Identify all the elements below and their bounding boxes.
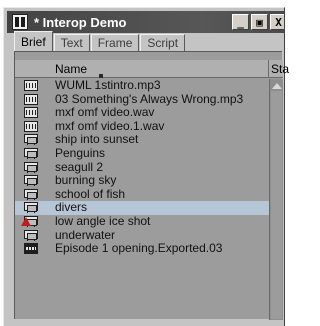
clip-row[interactable]: divers	[15, 201, 269, 215]
video-clip-icon	[24, 229, 38, 241]
clip-name: underwater	[55, 227, 116, 242]
clip-name: divers	[55, 200, 88, 215]
clip-row[interactable]: mxf omf video.1.wav	[15, 118, 269, 134]
view-tabs: Brief Text Frame Script	[14, 31, 186, 51]
clip-row[interactable]: burning sky	[15, 174, 269, 188]
video-clip-icon	[24, 188, 38, 200]
clip-row[interactable]: WUML 1stintro.mp3	[15, 78, 269, 93]
close-button[interactable]: X	[270, 14, 284, 30]
bin-app-icon	[12, 14, 28, 30]
clip-row[interactable]: school of fish	[15, 186, 269, 202]
clip-name: burning sky	[55, 173, 117, 188]
column-header-name[interactable]: Name	[55, 62, 87, 76]
window-title: * Interop Demo	[34, 14, 127, 30]
column-header-status[interactable]: Sta	[271, 62, 289, 76]
clip-row[interactable]: 03 Something's Always Wrong.mp3	[15, 91, 269, 107]
vertical-scrollbar[interactable]	[269, 79, 283, 320]
tab-script[interactable]: Script	[140, 34, 186, 51]
clip-name: ship into sunset	[55, 132, 139, 147]
offline-warning-icon	[21, 216, 31, 226]
minimize-button[interactable]: _	[232, 14, 249, 30]
audio-clip-icon	[24, 120, 38, 132]
column-header-row: Name Sta	[15, 60, 289, 78]
window-controls: _ ▣ X	[232, 14, 284, 30]
clip-name: WUML 1stintro.mp3	[55, 78, 161, 92]
tab-text[interactable]: Text	[53, 34, 90, 51]
title-bar[interactable]: * Interop Demo _ ▣ X	[7, 11, 284, 33]
clip-row[interactable]: ship into sunset	[15, 133, 269, 147]
clip-row[interactable]: low angle ice shot	[15, 213, 269, 229]
clip-name: 03 Something's Always Wrong.mp3	[55, 91, 244, 106]
clip-row[interactable]: mxf omf video.wav	[15, 106, 269, 120]
clip-name: seagull 2	[55, 159, 104, 174]
clip-row[interactable]: underwater	[15, 227, 269, 243]
audio-clip-icon	[24, 80, 38, 91]
maximize-button[interactable]: ▣	[251, 14, 268, 30]
clip-row[interactable]: seagull 2	[15, 159, 269, 175]
scrollbar-thumb[interactable]	[271, 91, 282, 319]
clip-name: mxf omf video.wav	[55, 105, 155, 120]
tab-frame[interactable]: Frame	[90, 34, 140, 51]
clip-name: mxf omf video.1.wav	[55, 118, 165, 133]
video-clip-icon	[24, 202, 38, 214]
clip-name: low angle ice shot	[55, 213, 151, 228]
audio-clip-icon	[24, 107, 38, 119]
clip-name: Episode 1 opening.Exported.03	[55, 241, 223, 256]
video-clip-icon	[24, 134, 38, 146]
scroll-up-arrow-icon[interactable]	[272, 83, 282, 89]
tab-brief[interactable]: Brief	[14, 31, 53, 51]
clip-list: WUML 1stintro.mp3 03 Something's Always W…	[15, 78, 269, 256]
clip-row[interactable]: Penguins	[15, 145, 269, 161]
clip-list-panel: Name Sta WUML 1stintro.mp3 03 Something's…	[14, 51, 289, 320]
clip-name: Penguins	[55, 145, 106, 160]
clip-row[interactable]: Episode 1 opening.Exported.03	[15, 242, 269, 256]
column-divider[interactable]	[268, 60, 269, 78]
video-clip-icon	[24, 175, 38, 187]
video-clip-icon	[24, 147, 38, 159]
audio-clip-icon	[24, 93, 38, 105]
clip-name: school of fish	[55, 186, 126, 201]
sequence-icon	[24, 243, 38, 255]
video-clip-icon	[24, 161, 38, 173]
